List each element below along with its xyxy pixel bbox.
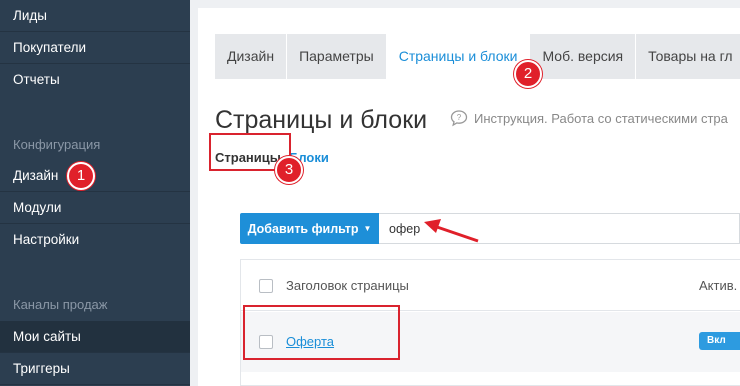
annotation-badge-1: 1 [67, 162, 95, 190]
add-filter-button[interactable]: Добавить фильтр ▼ [240, 213, 379, 244]
tab-pages-and-blocks[interactable]: Страницы и блоки [386, 34, 531, 79]
tab-bar: Дизайн Параметры Страницы и блоки Моб. в… [215, 34, 740, 79]
caret-down-icon: ▼ [363, 224, 372, 233]
tab-design[interactable]: Дизайн [215, 34, 288, 79]
help-link[interactable]: ? Инструкция. Работа со статическими стр… [450, 109, 728, 127]
search-input[interactable] [379, 213, 740, 244]
sidebar-section-configuration: Конфигурация [13, 137, 101, 152]
tab-parameters[interactable]: Параметры [287, 34, 387, 79]
highlight-box-oferta-row [243, 305, 400, 360]
sidebar: Лиды Покупатели Отчеты Конфигурация Диза… [0, 0, 190, 386]
comment-help-icon: ? [450, 110, 468, 127]
annotation-badge-3: 3 [275, 156, 303, 184]
active-toggle[interactable]: Вкл [699, 332, 740, 350]
tab-mobile-version[interactable]: Моб. версия [530, 34, 637, 79]
tab-homepage-products[interactable]: Товары на гл [636, 34, 740, 79]
help-text: Инструкция. Работа со статическими стра [474, 110, 728, 126]
page-title: Страницы и блоки [215, 106, 428, 134]
sidebar-item-triggers[interactable]: Триггеры [0, 353, 190, 385]
sidebar-item-leads[interactable]: Лиды [0, 0, 190, 32]
sidebar-item-customers[interactable]: Покупатели [0, 32, 190, 64]
sidebar-section-sales-channels: Каналы продаж [13, 297, 108, 312]
column-header-active[interactable]: Актив. [699, 278, 737, 293]
sidebar-item-my-sites[interactable]: Мои сайты [0, 321, 190, 353]
add-filter-label: Добавить фильтр [247, 221, 359, 236]
annotation-badge-2: 2 [514, 60, 542, 88]
table-header: Заголовок страницы Актив. [241, 260, 740, 311]
sidebar-item-modules[interactable]: Модули [0, 192, 190, 224]
svg-text:?: ? [457, 113, 462, 122]
select-all-checkbox[interactable] [259, 279, 273, 293]
sidebar-item-design[interactable]: Дизайн [0, 160, 190, 192]
column-header-title[interactable]: Заголовок страницы [286, 278, 409, 293]
sidebar-item-reports[interactable]: Отчеты [0, 64, 190, 96]
sidebar-item-settings[interactable]: Настройки [0, 224, 190, 256]
